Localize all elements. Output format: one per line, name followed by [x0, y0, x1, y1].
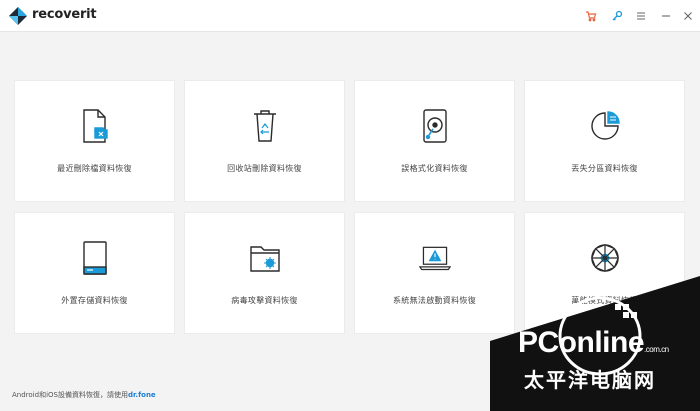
card-label: 病毒攻擊資料恢復 — [231, 296, 298, 305]
minimize-icon[interactable] — [658, 8, 674, 24]
card-label: 誤格式化資料恢復 — [401, 164, 468, 173]
card-label: 最近刪除檔資料恢復 — [57, 164, 132, 173]
card-virus-attack[interactable]: 病毒攻擊資料恢復 — [184, 212, 345, 334]
close-icon[interactable] — [680, 8, 696, 24]
recycle-bin-icon — [249, 107, 281, 145]
card-recycle-bin[interactable]: 回收站刪除資料恢復 — [184, 80, 345, 202]
all-around-icon — [589, 239, 621, 277]
card-lost-partition[interactable]: 丟失分區資料恢復 — [524, 80, 685, 202]
watermark-brand: PConline — [518, 326, 645, 359]
card-recently-deleted[interactable]: 最近刪除檔資料恢復 — [14, 80, 175, 202]
recoverit-logo-icon — [9, 7, 27, 25]
app-brand: recoverit — [32, 7, 97, 22]
system-crash-icon — [419, 239, 451, 277]
formatted-drive-icon — [419, 107, 451, 145]
card-label: 回收站刪除資料恢復 — [227, 164, 302, 173]
card-label: 外置存儲資料恢復 — [61, 296, 128, 305]
footer-note: Android和iOS設備資料恢復，請使用dr.fone — [12, 390, 156, 400]
external-device-icon — [79, 239, 111, 277]
title-bar: recoverit — [0, 0, 700, 32]
watermark-tagline: 太平洋电脑网 — [524, 368, 656, 392]
cart-icon[interactable] — [583, 8, 599, 24]
card-label: 丟失分區資料恢復 — [571, 164, 638, 173]
virus-folder-icon — [249, 239, 281, 277]
pconline-watermark: PConline.com.cn 太平洋电脑网 — [490, 276, 700, 411]
card-formatted-drive[interactable]: 誤格式化資料恢復 — [354, 80, 515, 202]
drfone-link[interactable]: dr.fone — [128, 391, 156, 399]
deleted-file-icon — [79, 107, 111, 145]
menu-icon[interactable] — [633, 8, 649, 24]
watermark-domain: .com.cn — [644, 345, 669, 354]
lost-partition-icon — [589, 107, 621, 145]
card-external-device[interactable]: 外置存儲資料恢復 — [14, 212, 175, 334]
key-icon[interactable] — [609, 8, 625, 24]
footer-text: Android和iOS設備資料恢復，請使用 — [12, 391, 128, 399]
